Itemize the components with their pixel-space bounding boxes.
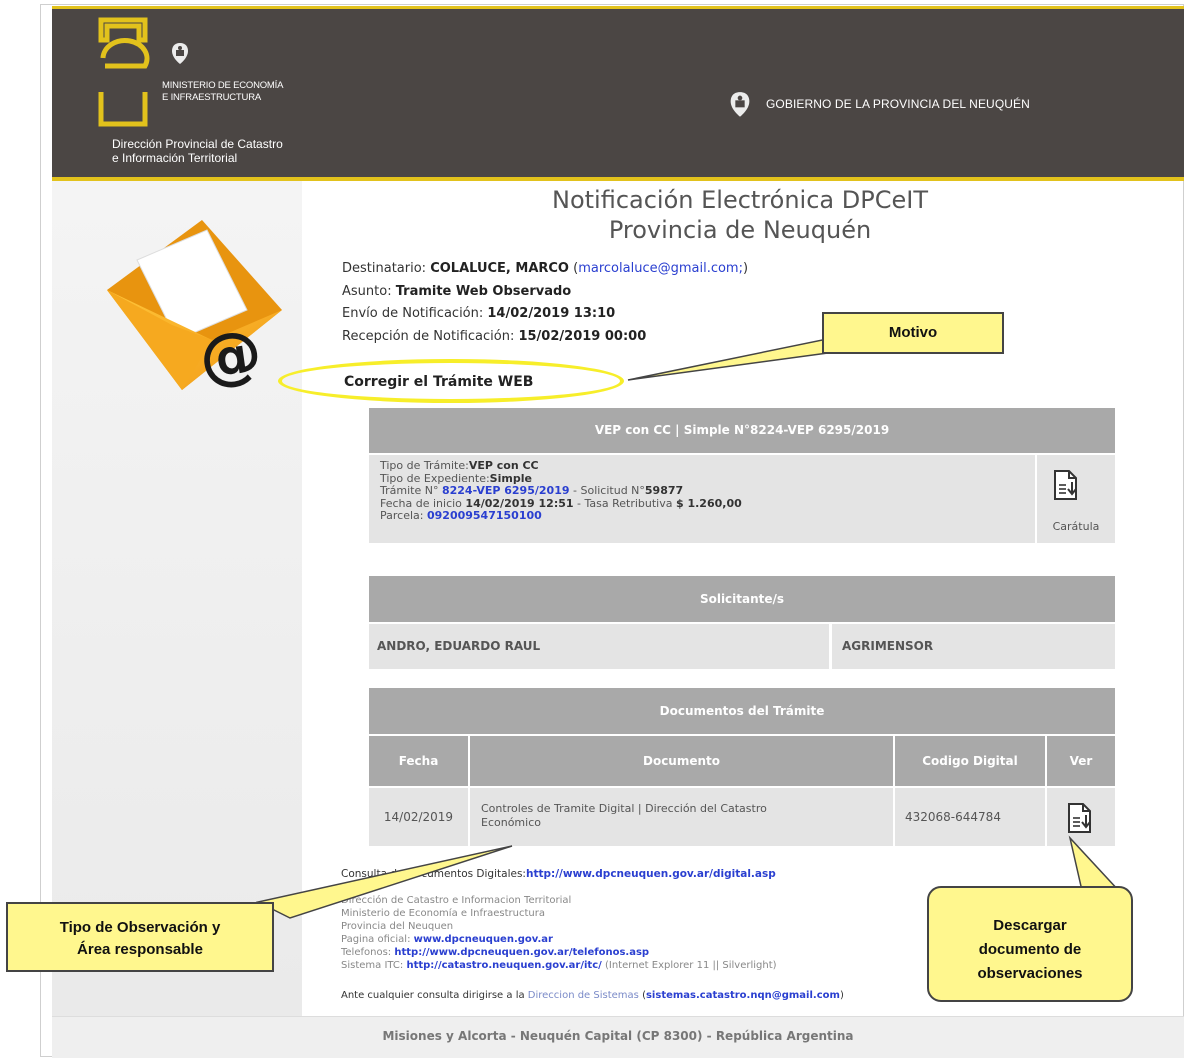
descargar-callout-line3: observaciones — [977, 965, 1083, 982]
tipo-observacion-callout: Tipo de Observación y Área responsable — [6, 902, 274, 972]
tipo-callout-pointer — [255, 845, 513, 919]
motivo-callout: Motivo — [822, 312, 1004, 354]
descargar-callout: Descargar documento de observaciones — [927, 886, 1133, 1002]
motivo-callout-text: Motivo — [888, 324, 938, 341]
tipo-callout-line2: Área responsable — [77, 941, 203, 958]
descargar-callout-line2: documento de — [978, 941, 1082, 958]
descargar-callout-line1: Descargar — [993, 917, 1067, 934]
tipo-callout-line1: Tipo de Observación y — [59, 919, 221, 936]
motivo-callout-pointer — [627, 337, 853, 381]
